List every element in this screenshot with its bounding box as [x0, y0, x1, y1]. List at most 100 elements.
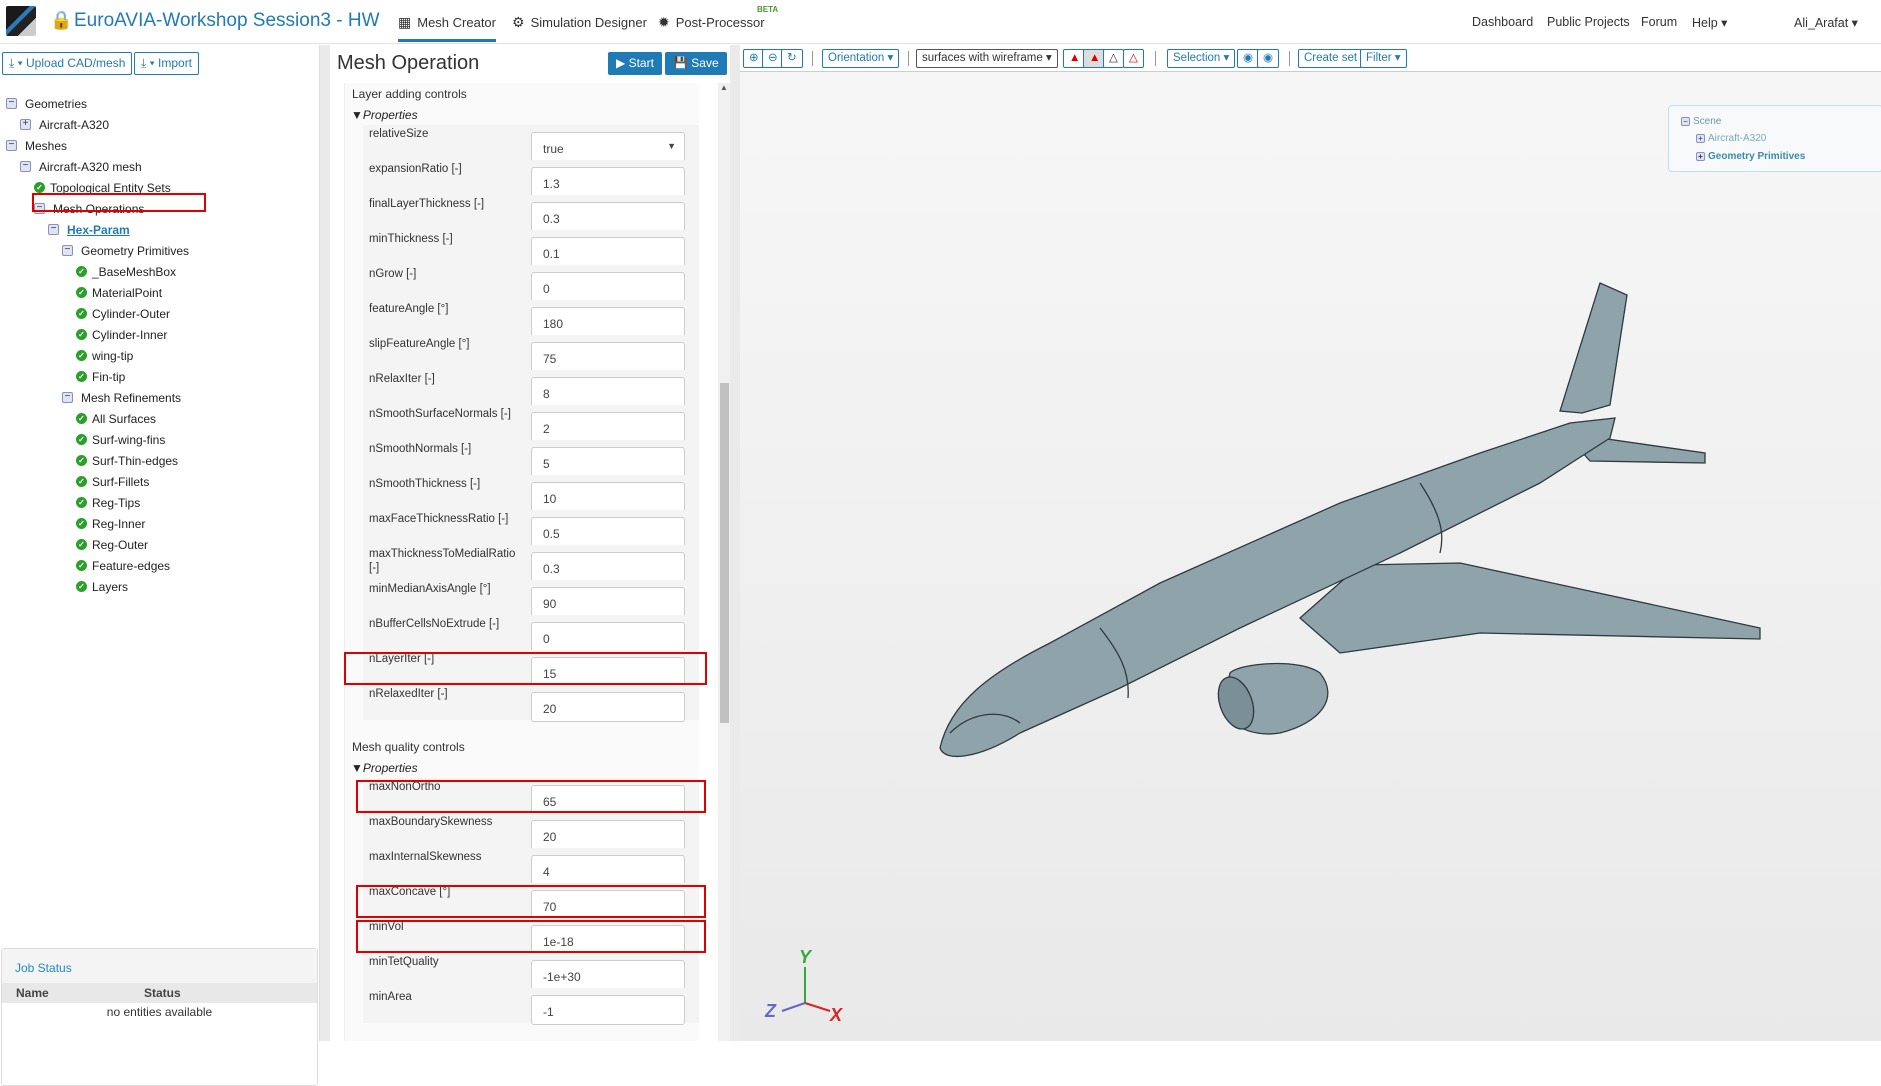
tree-item[interactable]: ✓ Feature-edges — [0, 555, 320, 576]
selection-dropdown[interactable]: Selection ▾ — [1167, 49, 1236, 68]
collapse-icon[interactable]: − — [62, 392, 73, 403]
tree-item[interactable]: ✓ wing-tip — [0, 345, 320, 366]
property-input[interactable]: 10 — [531, 482, 685, 512]
check-circle-icon[interactable]: ✓ — [76, 476, 87, 487]
tree-item[interactable]: ✓ Cylinder-Outer — [0, 303, 320, 324]
property-input[interactable]: 20 — [531, 820, 685, 850]
aircraft-model[interactable] — [740, 73, 1881, 1041]
tree-item[interactable]: ✓ Surf-Fillets — [0, 471, 320, 492]
tree-item[interactable]: ✓ MaterialPoint — [0, 282, 320, 303]
property-input[interactable]: -1 — [531, 995, 685, 1025]
tab-post-processor[interactable]: ✹ Post-Processor — [658, 14, 765, 31]
collapse-icon[interactable]: − — [62, 245, 73, 256]
tree-item[interactable]: ✓ Reg-Tips — [0, 492, 320, 513]
check-circle-icon[interactable]: ✓ — [76, 539, 87, 550]
tree-item[interactable]: ✓ Surf-Thin-edges — [0, 450, 320, 471]
tab-mesh-creator[interactable]: ▦ Mesh Creator — [398, 14, 496, 42]
app-logo[interactable] — [6, 6, 36, 36]
check-circle-icon[interactable]: ✓ — [76, 413, 87, 424]
reset-view-button[interactable]: ↻ — [781, 49, 803, 68]
tree-item[interactable]: − Mesh Operations — [0, 198, 320, 219]
tree-item[interactable]: ✓ Reg-Outer — [0, 534, 320, 555]
filter-dropdown[interactable]: Filter ▾ — [1360, 49, 1407, 68]
tree-item[interactable]: − Geometries — [0, 93, 320, 114]
user-menu[interactable]: Ali_Arafat ▾ — [1794, 15, 1858, 30]
tree-item[interactable]: ✓ Cylinder-Inner — [0, 324, 320, 345]
property-input[interactable]: 4 — [531, 855, 685, 885]
collapse-icon[interactable]: − — [48, 224, 59, 235]
property-input[interactable]: 0.1 — [531, 237, 685, 267]
tree-item[interactable]: − Meshes — [0, 135, 320, 156]
property-input[interactable]: 65 — [531, 785, 685, 815]
create-set-button[interactable]: Create set — [1298, 49, 1364, 68]
tree-item[interactable]: ✓ Fin-tip — [0, 366, 320, 387]
check-circle-icon[interactable]: ✓ — [76, 518, 87, 529]
property-input[interactable]: 1e-18 — [531, 925, 685, 955]
properties-toggle[interactable]: ▼Properties — [351, 761, 418, 775]
tree-item[interactable]: + Aircraft-A320 — [0, 114, 320, 135]
check-circle-icon[interactable]: ✓ — [34, 182, 45, 193]
edges-button[interactable]: △ — [1123, 49, 1144, 68]
import-button[interactable]: ⤓ ▾ Import — [134, 52, 200, 75]
show-button[interactable]: ◉ — [1257, 49, 1280, 68]
property-input[interactable]: 0.3 — [531, 552, 685, 582]
property-input[interactable]: 5 — [531, 447, 685, 477]
check-circle-icon[interactable]: ✓ — [76, 329, 87, 340]
start-button[interactable]: ▶ Start — [608, 52, 662, 75]
hide-button[interactable]: ◉ — [1237, 49, 1260, 68]
splitter[interactable] — [320, 45, 330, 1041]
tree-item[interactable]: − Aircraft-A320 mesh — [0, 156, 320, 177]
save-button[interactable]: 💾 Save — [665, 52, 727, 75]
property-input[interactable]: 0.5 — [531, 517, 685, 547]
nav-public-projects[interactable]: Public Projects — [1547, 15, 1630, 29]
property-input[interactable]: 180 — [531, 307, 685, 337]
check-circle-icon[interactable]: ✓ — [76, 455, 87, 466]
tree-item[interactable]: − Geometry Primitives — [0, 240, 320, 261]
collapse-icon[interactable]: − — [6, 98, 17, 109]
collapse-icon[interactable]: − — [34, 203, 45, 214]
3d-viewer[interactable]: ⊕ ⊖ ↻ Orientation ▾ surfaces with wirefr… — [740, 45, 1881, 1041]
tree-item[interactable]: − Hex-Param — [0, 219, 320, 240]
tree-item[interactable]: ✓ All Surfaces — [0, 408, 320, 429]
check-circle-icon[interactable]: ✓ — [76, 287, 87, 298]
expand-icon[interactable]: + — [20, 119, 31, 130]
check-circle-icon[interactable]: ✓ — [76, 308, 87, 319]
collapse-icon[interactable]: − — [20, 161, 31, 172]
tree-item[interactable]: ✓ Topological Entity Sets — [0, 177, 320, 198]
nav-help[interactable]: Help ▾ — [1692, 15, 1727, 30]
check-circle-icon[interactable]: ✓ — [76, 371, 87, 382]
property-select[interactable]: true ▼ — [531, 132, 685, 162]
tree-item[interactable]: ✓ Surf-wing-fins — [0, 429, 320, 450]
property-input[interactable]: 2 — [531, 412, 685, 442]
tree-item[interactable]: ✓ _BaseMeshBox — [0, 261, 320, 282]
render-mode-select[interactable]: surfaces with wireframe ▾ — [916, 49, 1058, 68]
check-circle-icon[interactable]: ✓ — [76, 266, 87, 277]
form-scrollbar[interactable]: ▲ — [718, 83, 730, 1041]
property-input[interactable]: -1e+30 — [531, 960, 685, 990]
collapse-icon[interactable]: − — [6, 140, 17, 151]
property-input[interactable]: 90 — [531, 587, 685, 617]
property-input[interactable]: 70 — [531, 890, 685, 920]
nav-dashboard[interactable]: Dashboard — [1472, 15, 1533, 29]
check-circle-icon[interactable]: ✓ — [76, 434, 87, 445]
orientation-dropdown[interactable]: Orientation ▾ — [822, 49, 900, 68]
tab-simulation-designer[interactable]: ⚙ Simulation Designer — [512, 14, 647, 31]
property-input[interactable]: 15 — [531, 657, 685, 687]
check-circle-icon[interactable]: ✓ — [76, 497, 87, 508]
tree-item[interactable]: − Mesh Refinements — [0, 387, 320, 408]
property-input[interactable]: 0.3 — [531, 202, 685, 232]
check-circle-icon[interactable]: ✓ — [76, 560, 87, 571]
property-input[interactable]: 0 — [531, 272, 685, 302]
properties-toggle[interactable]: ▼Properties — [351, 108, 418, 122]
tree-item[interactable]: ✓ Reg-Inner — [0, 513, 320, 534]
tree-item[interactable]: ✓ Layers — [0, 576, 320, 597]
wireframe-button[interactable]: △ — [1103, 49, 1124, 68]
nav-forum[interactable]: Forum — [1641, 15, 1677, 29]
property-input[interactable]: 75 — [531, 342, 685, 372]
property-input[interactable]: 0 — [531, 622, 685, 652]
check-circle-icon[interactable]: ✓ — [76, 581, 87, 592]
property-input[interactable]: 1.3 — [531, 167, 685, 197]
upload-cad-button[interactable]: ⤓ ▾ Upload CAD/mesh — [2, 52, 133, 75]
property-input[interactable]: 8 — [531, 377, 685, 407]
splitter[interactable] — [730, 45, 740, 1041]
